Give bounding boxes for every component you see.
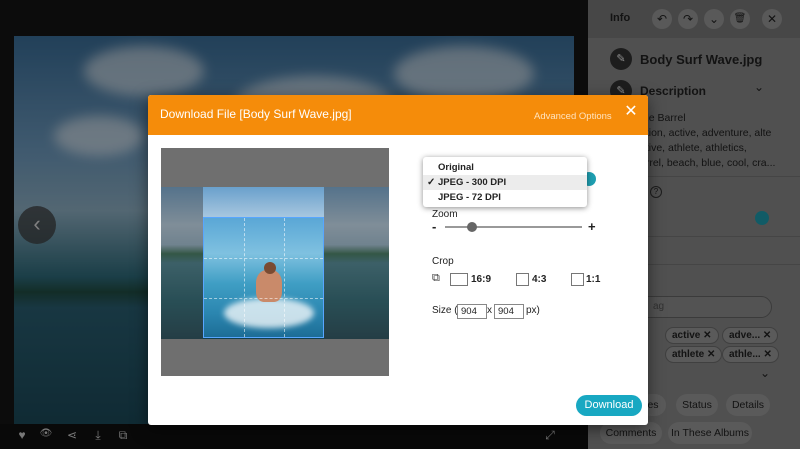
crop-16-9-checkbox[interactable] [450, 273, 468, 286]
crop-4-3-label: 4:3 [532, 274, 547, 285]
app-stage: ‹ ♥ 👁 ⋖ ⤓ ⧉ ⤢ Info ↶ ↷ ⌄ 🗑 ✕ ✎ Body Surf… [0, 0, 800, 449]
zoom-out-button[interactable]: - [432, 219, 436, 234]
check-icon: ✓ [427, 177, 436, 188]
download-dialog: Download File [Body Surf Wave.jpg] Advan… [148, 95, 648, 425]
crop-label: Crop [432, 256, 454, 267]
dialog-header: Download File [Body Surf Wave.jpg] Advan… [148, 95, 648, 135]
crop-selection[interactable] [203, 217, 324, 338]
crop-preview [161, 148, 389, 376]
format-option-jpeg-300[interactable]: ✓ JPEG - 300 DPI [423, 175, 587, 190]
size-height-input[interactable]: 904 [494, 304, 524, 319]
crop-4-3-checkbox[interactable] [516, 273, 529, 286]
size-width-input[interactable]: 904 [457, 304, 487, 319]
zoom-slider-handle[interactable] [467, 222, 478, 232]
advanced-options-link[interactable]: Advanced Options [534, 111, 612, 122]
zoom-in-button[interactable]: + [588, 219, 596, 234]
crop-16-9-label: 16:9 [471, 274, 492, 285]
format-dropdown: Original ✓ JPEG - 300 DPI JPEG - 72 DPI [423, 157, 587, 207]
format-option-jpeg-72[interactable]: JPEG - 72 DPI [423, 190, 587, 205]
crop-1-1-checkbox[interactable] [571, 273, 584, 286]
size-prefix: Size ( [432, 305, 458, 316]
close-icon[interactable]: ✕ [622, 103, 640, 121]
size-separator: x [487, 305, 492, 316]
size-suffix: px) [526, 305, 540, 316]
zoom-slider[interactable] [445, 226, 582, 228]
format-option-original[interactable]: Original [423, 160, 587, 175]
crop-1-1-label: 1:1 [586, 274, 601, 285]
crop-icon: ⧉ [432, 272, 440, 284]
dialog-title: Download File [Body Surf Wave.jpg] [160, 107, 352, 121]
download-button[interactable]: Download [576, 395, 642, 416]
